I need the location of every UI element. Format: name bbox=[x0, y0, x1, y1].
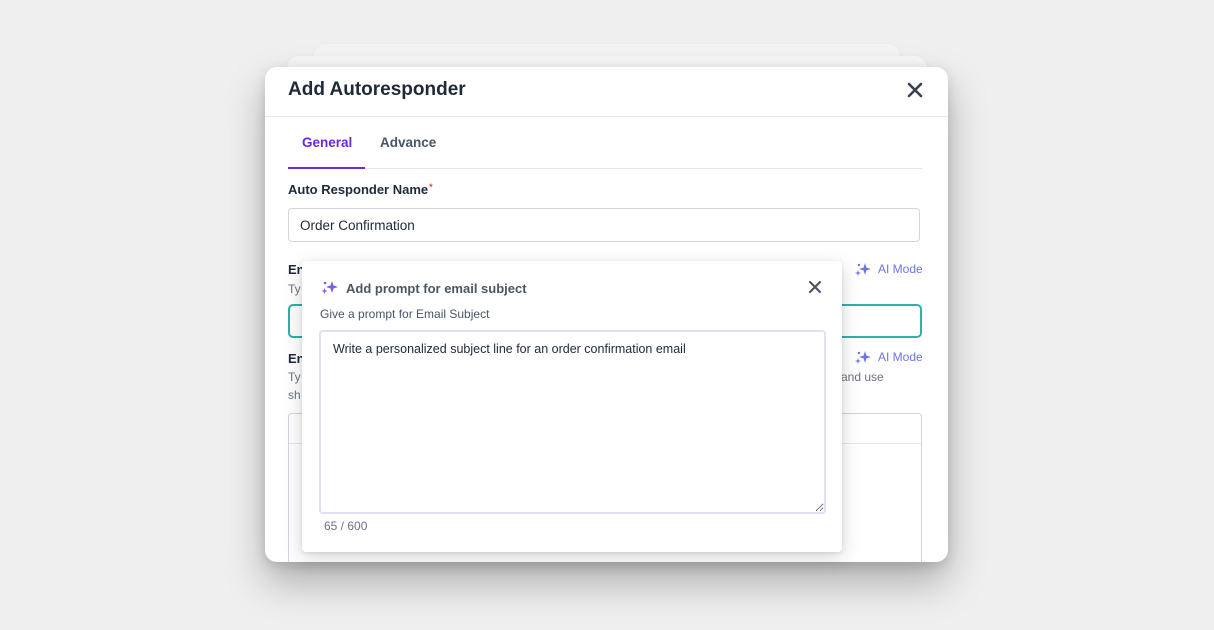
tab-general[interactable]: General bbox=[302, 135, 352, 150]
modal-title: Add Autoresponder bbox=[288, 79, 466, 100]
ai-mode-label: AI Mode bbox=[878, 350, 923, 364]
close-icon[interactable] bbox=[906, 81, 924, 99]
active-tab-indicator bbox=[288, 167, 365, 169]
popover-title: Add prompt for email subject bbox=[346, 281, 527, 296]
subject-hint-text: Ty bbox=[288, 282, 301, 296]
ai-prompt-popover: Add prompt for email subject Give a prom… bbox=[302, 261, 842, 552]
sparkle-icon bbox=[321, 281, 338, 294]
sparkle-icon bbox=[855, 351, 871, 364]
subject-ai-mode-button[interactable]: AI Mode bbox=[854, 262, 923, 276]
close-icon[interactable] bbox=[808, 280, 822, 294]
popover-subtitle: Give a prompt for Email Subject bbox=[320, 307, 490, 321]
body-hint-text-right: and use bbox=[841, 370, 884, 384]
required-indicator: * bbox=[429, 182, 433, 192]
prompt-textarea[interactable]: Write a personalized subject line for an… bbox=[319, 330, 826, 514]
autoresponder-name-input[interactable] bbox=[288, 208, 920, 242]
ai-mode-label: AI Mode bbox=[878, 262, 923, 276]
sparkle-icon bbox=[855, 263, 871, 276]
tab-advance[interactable]: Advance bbox=[380, 135, 436, 150]
body-ai-mode-button[interactable]: AI Mode bbox=[854, 350, 923, 364]
tab-bar: General Advance bbox=[288, 124, 922, 169]
character-counter: 65 / 600 bbox=[324, 519, 368, 533]
body-hint-text: Ty bbox=[288, 370, 301, 384]
body-hint-text-line2: sh bbox=[288, 388, 301, 402]
modal-header: Add Autoresponder bbox=[265, 67, 948, 117]
name-field-label: Auto Responder Name* bbox=[288, 182, 433, 197]
